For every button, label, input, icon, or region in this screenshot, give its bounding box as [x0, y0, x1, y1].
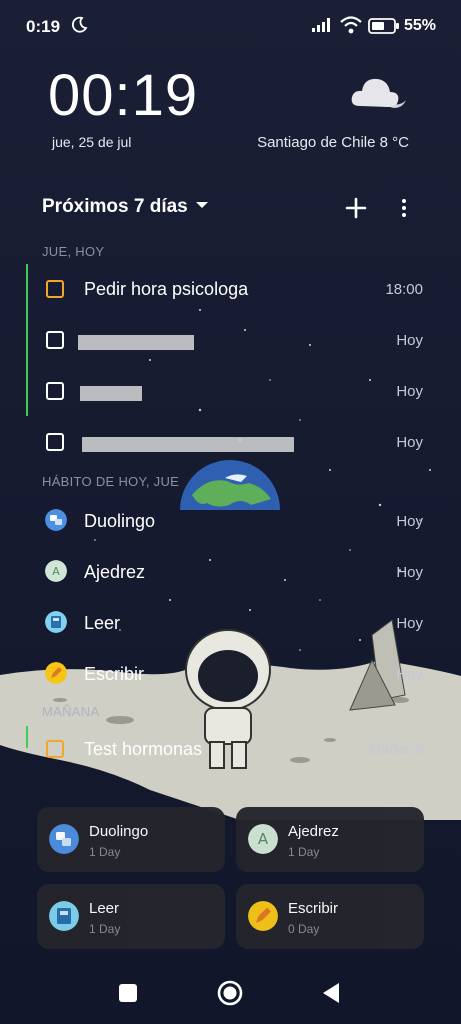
redacted-task-title: [78, 335, 194, 350]
task-title: Pedir hora psicologa: [84, 279, 249, 299]
habit-card-name: Leer: [89, 900, 120, 917]
habit-card-escribir[interactable]: Escribir 0 Day: [236, 884, 424, 949]
redacted-task-title: [80, 386, 142, 401]
habit-due: Hoy: [396, 615, 423, 632]
task-due: Hoy: [396, 332, 423, 349]
battery-percent: 55%: [404, 17, 437, 34]
task-row[interactable]: Pedir hora psicologa 18:00: [0, 270, 461, 310]
habit-row[interactable]: A Ajedrez Hoy: [0, 553, 461, 593]
task-checkbox[interactable]: [46, 740, 64, 758]
habit-card-streak: 1 Day: [89, 922, 121, 936]
section-habits-label: HÁBITO DE HOY, JUE: [42, 474, 180, 489]
chevron-down-icon: [195, 201, 208, 208]
more-options-icon[interactable]: [392, 196, 416, 220]
task-due: Hoy: [396, 434, 423, 451]
book-icon: [49, 901, 79, 931]
cell-signal-icon: [312, 18, 330, 32]
habit-card-leer[interactable]: Leer 1 Day: [37, 884, 225, 949]
status-time: 0:19: [26, 17, 61, 36]
habit-card-streak: 1 Day: [89, 845, 121, 859]
cloud-moon-icon[interactable]: [348, 66, 410, 114]
book-icon[interactable]: [45, 611, 67, 633]
status-bar: 0:19 55%: [0, 10, 461, 42]
translate-icon: [49, 824, 79, 854]
habit-card-name: Duolingo: [89, 823, 149, 840]
do-not-disturb-moon-icon: [71, 16, 88, 33]
habit-card-name: Escribir: [288, 900, 339, 917]
habit-card-duolingo[interactable]: Duolingo 1 Day: [37, 807, 225, 872]
habit-title: Duolingo: [84, 511, 156, 531]
task-due: Mañana: [368, 741, 423, 758]
battery-icon: [368, 18, 399, 34]
task-checkbox[interactable]: [46, 382, 64, 400]
habit-row[interactable]: Leer Hoy: [0, 604, 461, 644]
task-row[interactable]: Test hormonas Mañana: [0, 730, 461, 770]
letter-a-icon: A: [248, 824, 278, 854]
pencil-icon[interactable]: [45, 662, 67, 684]
add-task-button[interactable]: [344, 196, 368, 220]
svg-text:A: A: [258, 830, 269, 848]
habit-card-ajedrez[interactable]: A Ajedrez 1 Day: [236, 807, 424, 872]
habit-row[interactable]: Duolingo Hoy: [0, 502, 461, 542]
wifi-icon: [340, 16, 362, 34]
habit-title: Escribir: [84, 664, 145, 684]
task-row[interactable]: Hoy: [0, 372, 461, 412]
habit-due: Hoy: [396, 513, 423, 530]
habit-card-streak: 0 Day: [288, 922, 320, 936]
task-due: 18:00: [385, 281, 423, 298]
habit-due: Hoy: [396, 666, 423, 683]
habit-title: Leer: [84, 613, 121, 633]
section-tomorrow-label: MAÑANA: [42, 704, 100, 719]
clock-date[interactable]: jue, 25 de jul: [52, 134, 131, 150]
task-checkbox[interactable]: [46, 280, 64, 298]
home-circle-icon[interactable]: [217, 980, 243, 1006]
habit-card-streak: 1 Day: [288, 845, 320, 859]
habit-row[interactable]: Escribir Hoy: [0, 655, 461, 695]
section-today-label: JUE, HOY: [42, 244, 105, 259]
svg-text:A: A: [52, 565, 60, 578]
task-due: Hoy: [396, 383, 423, 400]
weather-location-temp[interactable]: Santiago de Chile 8 °C: [257, 134, 409, 151]
habit-title: Ajedrez: [84, 562, 146, 582]
navigation-bar: [0, 968, 461, 1018]
recents-square-icon[interactable]: [118, 983, 138, 1003]
task-checkbox[interactable]: [46, 433, 64, 451]
clock-time[interactable]: 00:19: [48, 62, 198, 129]
task-list-title: Próximos 7 días: [42, 196, 188, 217]
letter-a-icon[interactable]: A: [45, 560, 67, 582]
back-triangle-icon[interactable]: [321, 982, 341, 1004]
redacted-task-title: [82, 437, 294, 452]
translate-icon[interactable]: [45, 509, 67, 531]
habit-card-name: Ajedrez: [288, 823, 339, 840]
task-checkbox[interactable]: [46, 331, 64, 349]
task-title: Test hormonas: [84, 739, 203, 759]
task-row[interactable]: Hoy: [0, 321, 461, 361]
task-row[interactable]: Hoy: [0, 423, 461, 463]
pencil-icon: [248, 901, 278, 931]
task-list-selector[interactable]: Próximos 7 días: [42, 196, 208, 218]
habit-due: Hoy: [396, 564, 423, 581]
